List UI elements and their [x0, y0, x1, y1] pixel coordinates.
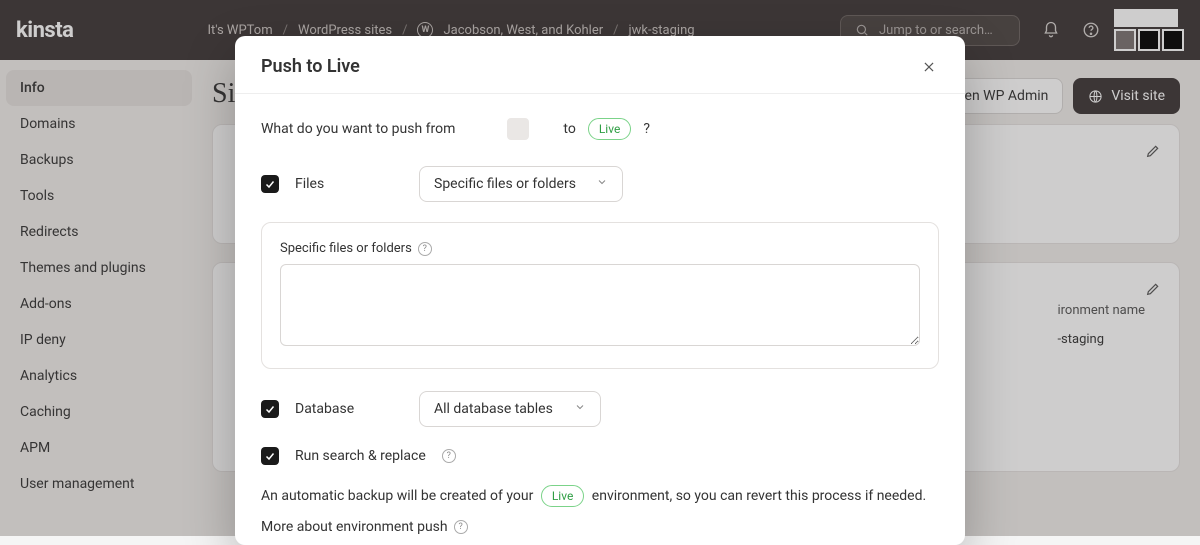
files-checkbox[interactable] [261, 175, 279, 193]
files-textarea[interactable] [280, 264, 920, 346]
check-icon [264, 450, 276, 462]
files-field-label: Specific files or folders ? [280, 241, 920, 256]
backup-note-before: An automatic backup will be created of y… [261, 488, 533, 504]
database-select-value: All database tables [434, 401, 553, 417]
database-row: Database All database tables [261, 391, 939, 427]
files-label: Files [295, 176, 403, 192]
files-fieldset: Specific files or folders ? [261, 222, 939, 369]
info-icon[interactable]: ? [442, 449, 456, 463]
push-question: What do you want to push from to Live ? [261, 118, 939, 140]
backup-note-after: environment, so you can revert this proc… [592, 488, 926, 504]
more-link[interactable]: More about environment push ? [261, 519, 939, 535]
modal-header: Push to Live [235, 36, 965, 94]
search-replace-label: Run search & replace [295, 448, 426, 464]
database-checkbox[interactable] [261, 400, 279, 418]
target-env-chip: Live [588, 118, 631, 140]
chevron-down-icon [574, 401, 586, 417]
search-replace-row: Run search & replace ? [261, 447, 939, 465]
source-env-chip [507, 118, 529, 140]
chevron-down-icon [596, 176, 608, 192]
modal-title: Push to Live [261, 56, 360, 77]
database-select[interactable]: All database tables [419, 391, 601, 427]
backup-note: An automatic backup will be created of y… [261, 485, 939, 507]
question-prefix: What do you want to push from [261, 121, 455, 137]
close-icon [922, 60, 936, 74]
question-mark: ? [643, 121, 650, 137]
files-select-value: Specific files or folders [434, 176, 576, 192]
modal-body: What do you want to push from to Live ? … [235, 94, 965, 545]
info-icon: ? [454, 520, 468, 534]
live-chip-inline: Live [541, 485, 584, 507]
push-to-live-modal: Push to Live What do you want to push fr… [235, 36, 965, 545]
files-row: Files Specific files or folders [261, 166, 939, 202]
files-select[interactable]: Specific files or folders [419, 166, 623, 202]
files-field-label-text: Specific files or folders [280, 241, 412, 256]
close-button[interactable] [919, 57, 939, 77]
database-label: Database [295, 401, 403, 417]
more-link-text: More about environment push [261, 519, 448, 535]
info-icon[interactable]: ? [418, 242, 432, 256]
check-icon [264, 403, 276, 415]
search-replace-checkbox[interactable] [261, 447, 279, 465]
to-word: to [563, 121, 575, 137]
check-icon [264, 178, 276, 190]
